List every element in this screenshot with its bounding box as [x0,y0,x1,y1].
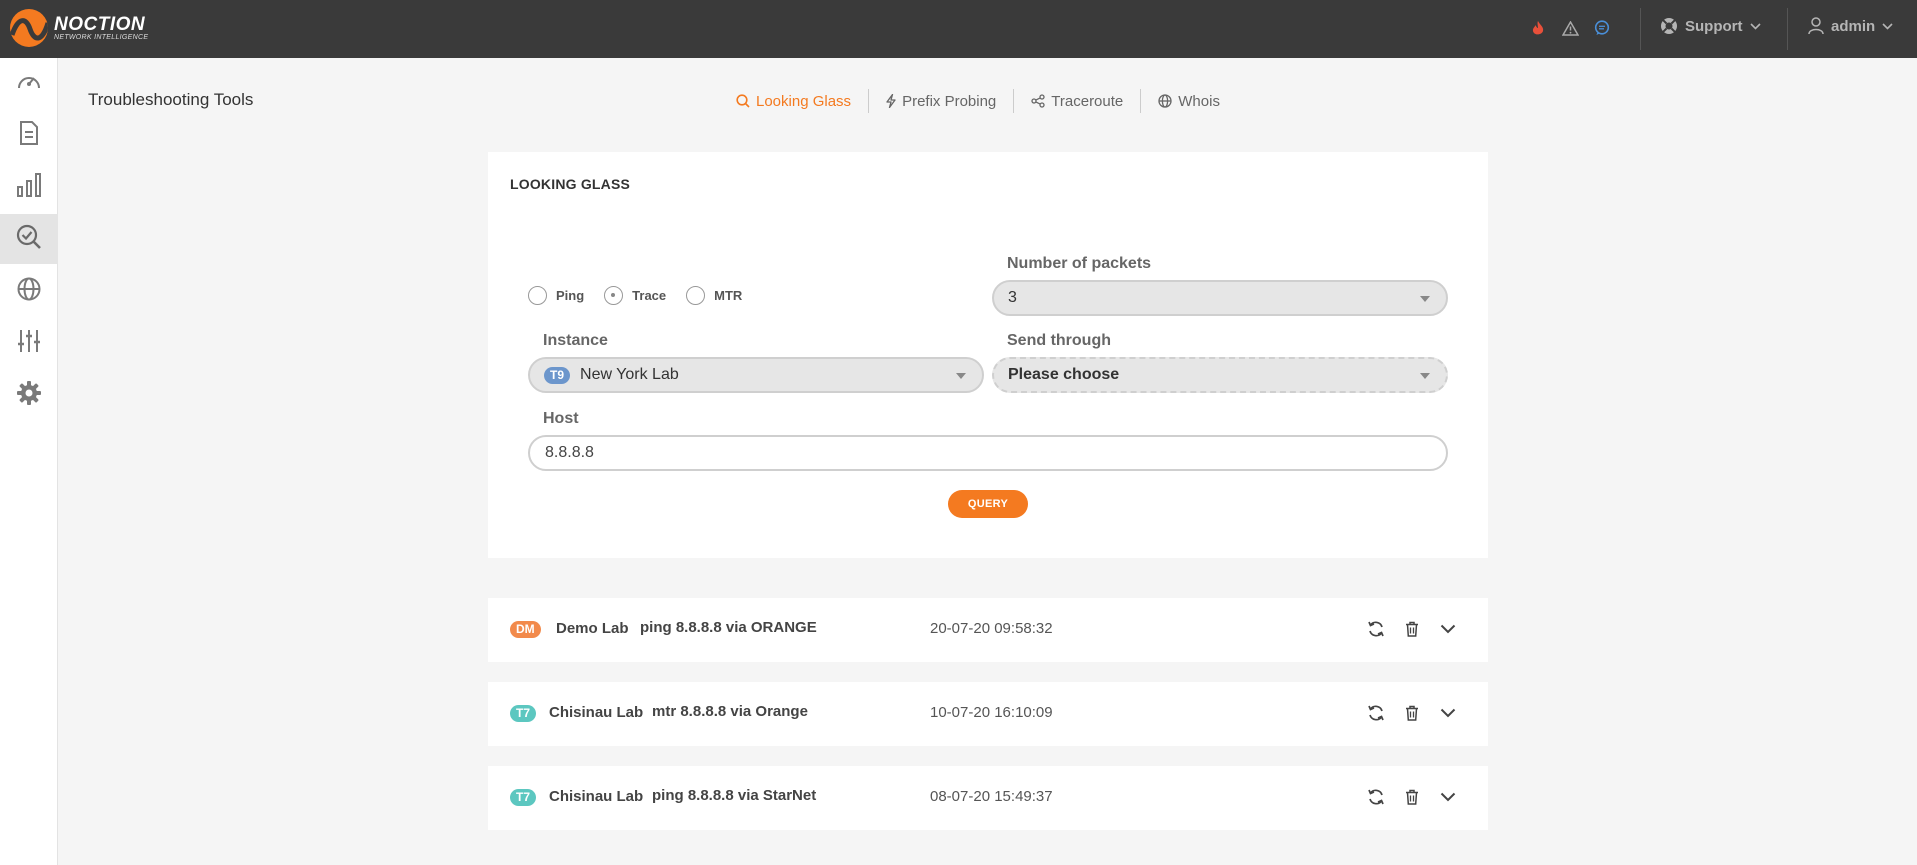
radio-ping[interactable]: Ping [528,286,584,305]
radio-circle-checked[interactable] [604,286,624,305]
send-through-value: Please choose [1008,366,1120,383]
sidebar-item-dashboard[interactable] [0,58,58,108]
sidebar-item-analytics[interactable] [0,162,58,212]
logo-mark-icon [10,9,48,47]
lab-badge: T7 [510,705,537,722]
instance-value: New York Lab [580,366,679,383]
refresh-icon[interactable] [1365,786,1387,808]
fire-icon[interactable] [1528,18,1548,38]
trash-icon[interactable] [1401,786,1423,808]
chevron-down-icon[interactable] [1437,786,1459,808]
radio-circle[interactable] [528,286,547,305]
support-label: Support [1685,17,1743,35]
result-row[interactable]: T7 Chisinau Lab mtr 8.8.8.8 via Orange 1… [488,682,1488,746]
tab-whois[interactable]: Whois [1141,93,1237,110]
instance-label: Instance [543,332,608,349]
radio-circle[interactable] [686,286,706,305]
result-command: ping 8.8.8.8 via ORANGE [640,619,817,636]
packets-value: 3 [1008,289,1017,306]
chevron-down-icon [1749,22,1761,30]
query-button[interactable]: QUERY [948,490,1028,518]
lab-badge: DM [510,621,541,638]
lab-name: Demo Lab [556,620,629,637]
tab-label: Whois [1178,92,1220,110]
search-icon [736,94,750,108]
lab-badge: T7 [510,789,537,806]
tab-bar: Looking Glass Prefix Probing Traceroute … [736,89,1237,113]
share-icon [1031,94,1045,108]
result-row[interactable]: T7 Chisinau Lab ping 8.8.8.8 via StarNet… [488,766,1488,830]
page-title: Troubleshooting Tools [88,90,254,109]
instance-badge: T9 [544,366,571,384]
tab-label: Traceroute [1051,92,1124,110]
sidebar-item-settings[interactable] [0,370,58,420]
result-timestamp: 20-07-20 09:58:32 [930,620,1053,637]
globe-icon [1158,94,1172,108]
top-bar: NOCTION NETWORK INTELLIGENCE Support adm… [0,0,1917,58]
tab-traceroute[interactable]: Traceroute [1014,93,1140,110]
user-menu[interactable]: admin [1808,17,1893,35]
sidebar-item-reports[interactable] [0,110,58,160]
brand-tagline: NETWORK INTELLIGENCE [54,33,149,41]
bolt-icon [886,94,896,108]
trash-icon[interactable] [1401,702,1423,724]
radio-mtr[interactable]: MTR [686,286,742,305]
trash-icon[interactable] [1401,618,1423,640]
user-icon [1808,17,1824,35]
lifebuoy-icon [1660,17,1678,35]
packets-label: Number of packets [1007,255,1152,272]
caret-down-icon [1420,373,1430,379]
chevron-down-icon[interactable] [1437,702,1459,724]
host-label: Host [543,410,579,427]
result-timestamp: 10-07-20 16:10:09 [930,704,1053,721]
sidebar-item-network[interactable] [0,266,58,316]
chat-icon[interactable] [1592,18,1612,38]
lab-name: Chisinau Lab [549,704,644,721]
refresh-icon[interactable] [1365,702,1387,724]
instance-select[interactable]: T9 New York Lab [528,357,984,393]
caret-down-icon [1420,296,1430,302]
bar-chart-icon [17,172,41,202]
divider [1640,8,1641,50]
tab-label: Looking Glass [756,92,852,110]
tab-prefix-probing[interactable]: Prefix Probing [869,93,1013,110]
refresh-icon[interactable] [1365,618,1387,640]
card-title: LOOKING GLASS [510,176,631,192]
sidebar-item-troubleshooting[interactable] [0,214,58,264]
sidebar-item-configuration[interactable] [0,318,58,368]
sidebar [0,58,58,865]
chevron-down-icon[interactable] [1437,618,1459,640]
dashboard-icon [16,71,42,96]
brand-name: NOCTION [54,13,146,35]
troubleshoot-icon [16,224,42,255]
result-command: ping 8.8.8.8 via StarNet [652,787,817,804]
looking-glass-card: LOOKING GLASS Ping Trace MTR Number of p… [488,152,1488,558]
divider [1787,8,1788,50]
send-through-label: Send through [1007,332,1111,349]
mode-radio-group: Ping Trace MTR [528,286,762,305]
result-timestamp: 08-07-20 15:49:37 [930,788,1053,805]
lab-name: Chisinau Lab [549,788,644,805]
globe-icon [17,277,41,306]
radio-label: Ping [556,288,585,303]
support-menu[interactable]: Support [1660,17,1761,35]
caret-down-icon [956,373,966,379]
tab-looking-glass[interactable]: Looking Glass [736,93,868,110]
result-command: mtr 8.8.8.8 via Orange [652,703,808,720]
result-row[interactable]: DM Demo Lab ping 8.8.8.8 via ORANGE 20-0… [488,598,1488,662]
packets-select[interactable]: 3 [992,280,1448,316]
host-input[interactable] [528,435,1448,471]
document-icon [19,120,39,150]
user-label: admin [1831,17,1876,35]
radio-label: MTR [714,288,743,303]
radio-label: Trace [632,288,667,303]
send-through-select[interactable]: Please choose [992,357,1448,393]
gear-icon [16,380,42,411]
sliders-icon [17,329,41,358]
warning-icon[interactable] [1560,18,1580,38]
logo[interactable]: NOCTION NETWORK INTELLIGENCE [10,9,148,47]
chevron-down-icon [1882,22,1893,30]
radio-trace[interactable]: Trace [604,286,666,305]
tab-label: Prefix Probing [902,92,997,110]
